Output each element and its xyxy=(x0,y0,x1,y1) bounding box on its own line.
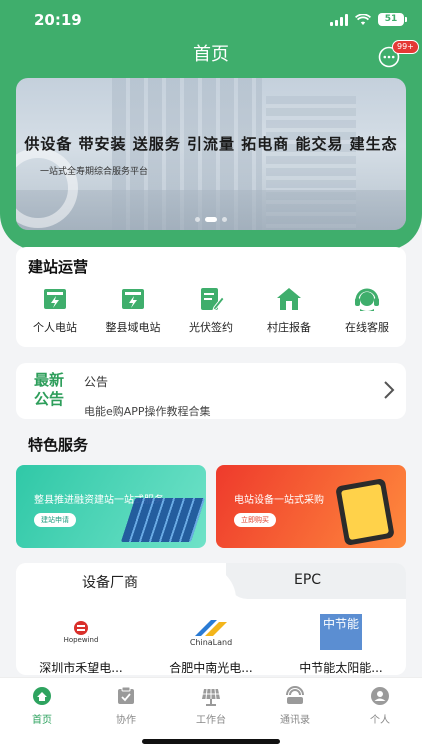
page-title: 首页 xyxy=(193,44,229,65)
solar-panel-icon xyxy=(202,688,220,706)
status-bar: 20:19 51 xyxy=(0,0,422,44)
manufacturer-card: 设备厂商 EPC Hopewind 深圳市禾望电... ChinaLand 合肥… xyxy=(16,563,406,675)
station-ops-card: 建站运营 个人电站 整县域电站 光伏签约 村庄报备 在线客服 xyxy=(16,247,406,347)
tab-collaborate[interactable]: 协作 xyxy=(96,685,156,726)
latest-notice-logo: 最新 公告 xyxy=(33,371,64,408)
user-profile-icon xyxy=(371,687,389,705)
banner-slogan: 供设备 带安装 送服务 引流量 拓电商 能交易 建生态 xyxy=(24,135,398,153)
op-personal-station[interactable]: 个人电站 xyxy=(16,285,94,335)
tab-profile[interactable]: 个人 xyxy=(350,685,410,726)
feature-procurement-text: 电站设备一站式采购 xyxy=(234,495,324,506)
feature-procurement-card[interactable]: 电站设备一站式采购 立即购买 xyxy=(216,465,406,548)
chevron-right-icon xyxy=(384,381,395,399)
phone-shopping-graphic xyxy=(335,478,395,546)
banner-subtitle: 一站式全寿期综合服务平台 xyxy=(40,167,149,177)
customer-service-icon xyxy=(355,288,379,311)
village-house-icon xyxy=(277,288,301,310)
apply-station-button[interactable]: 建站申请 xyxy=(34,513,76,527)
feature-financing-card[interactable]: 整县推进融资建站一站式服务 建站申请 xyxy=(16,465,206,548)
banner-pagination xyxy=(16,217,406,222)
power-station-icon xyxy=(44,289,66,309)
chinaland-logo: ChinaLand xyxy=(190,618,232,647)
manufacturer-item[interactable]: Hopewind 深圳市禾望电... xyxy=(16,613,146,675)
op-county-station[interactable]: 整县域电站 xyxy=(94,285,172,335)
op-online-service[interactable]: 在线客服 xyxy=(328,285,406,335)
section-title-features: 特色服务 xyxy=(28,436,89,454)
tab-epc[interactable]: EPC xyxy=(294,572,321,588)
status-time: 20:19 xyxy=(34,11,82,29)
hopewind-logo: Hopewind xyxy=(64,620,98,644)
cecep-logo: 中节能 xyxy=(320,614,362,650)
home-indicator xyxy=(142,739,280,744)
notice-text: 电能e购APP操作教程合集 xyxy=(84,405,211,418)
message-badge: 99+ xyxy=(392,40,419,54)
promo-banner[interactable]: 供设备 带安装 送服务 引流量 拓电商 能交易 建生态 一站式全寿期综合服务平台 xyxy=(16,78,406,230)
collaborate-icon xyxy=(118,686,134,704)
home-icon xyxy=(33,687,51,705)
manufacturer-item[interactable]: 中节能 中节能太阳能... xyxy=(276,613,406,675)
op-pv-contract[interactable]: 光伏签约 xyxy=(172,285,250,335)
wifi-icon xyxy=(355,13,371,25)
contract-sign-icon xyxy=(201,288,225,311)
contacts-icon xyxy=(286,686,304,704)
tab-contacts[interactable]: 通讯录 xyxy=(265,685,325,726)
battery-icon: 51 xyxy=(378,13,407,26)
cellular-signal-icon xyxy=(330,13,348,26)
notice-label: 公告 xyxy=(84,375,109,389)
op-village-report[interactable]: 村庄报备 xyxy=(250,285,328,335)
tab-manufacturers[interactable]: 设备厂商 xyxy=(82,572,138,592)
county-station-icon xyxy=(122,289,144,309)
announcement-card[interactable]: 最新 公告 公告 电能e购APP操作教程合集 xyxy=(16,363,406,419)
tab-workbench[interactable]: 工作台 xyxy=(181,685,241,726)
solar-panel-graphic xyxy=(120,498,206,542)
buy-now-button[interactable]: 立即购买 xyxy=(234,513,276,527)
section-title-ops: 建站运营 xyxy=(28,258,89,276)
tab-home[interactable]: 首页 xyxy=(12,685,72,726)
manufacturer-item[interactable]: ChinaLand 合肥中南光电... xyxy=(146,613,276,675)
